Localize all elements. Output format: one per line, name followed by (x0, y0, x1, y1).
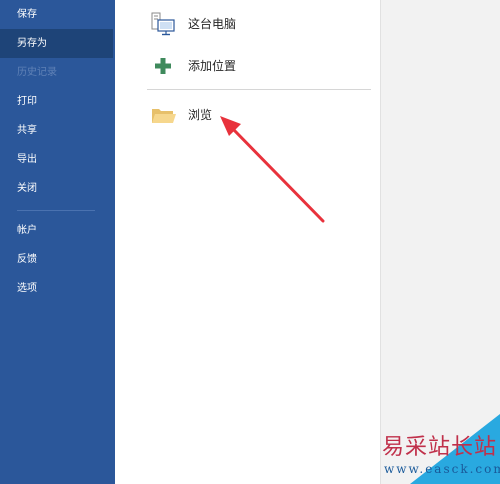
plus-icon (155, 58, 171, 74)
location-browse[interactable]: 浏览 (115, 95, 380, 135)
nav-history: 历史记录 (17, 67, 57, 78)
watermark-text: 易采站长站 (382, 435, 498, 460)
backstage-sidebar: 保存 另存为 历史记录 打印 共享 导出 关闭 帐户 反馈 选项 (0, 0, 115, 484)
nav-export[interactable]: 导出 (0, 145, 113, 174)
folder-icon (152, 109, 176, 123)
location-label-this-pc: 这台电脑 (188, 17, 237, 31)
computer-icon (151, 12, 175, 36)
nav-feedback[interactable]: 反馈 (0, 245, 113, 274)
nav-save-as[interactable]: 另存为 (0, 29, 113, 58)
nav-close[interactable]: 关闭 (0, 174, 113, 203)
nav-share[interactable]: 共享 (0, 116, 113, 145)
location-label-add-place: 添加位置 (188, 59, 237, 73)
location-add-place[interactable]: 添加位置 (115, 46, 380, 86)
watermark-url: www.easck.com (384, 462, 500, 476)
location-label-browse: 浏览 (188, 108, 213, 122)
panel-divider (147, 89, 371, 90)
nav-print[interactable]: 打印 (0, 87, 113, 116)
save-locations-panel: 这台电脑 添加位置 浏览 (115, 0, 381, 484)
nav-options[interactable]: 选项 (0, 274, 113, 303)
sidebar-divider (17, 210, 95, 211)
nav-save[interactable]: 保存 (0, 0, 113, 29)
nav-account[interactable]: 帐户 (0, 216, 113, 245)
location-this-pc[interactable]: 这台电脑 (115, 4, 380, 44)
